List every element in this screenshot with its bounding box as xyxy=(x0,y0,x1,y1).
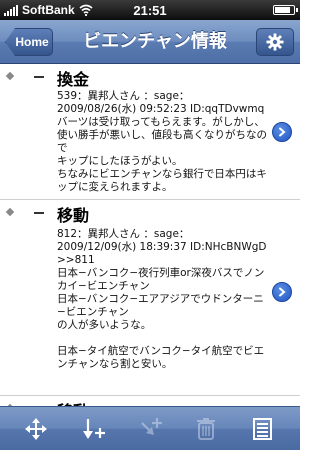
collapse-dash-icon[interactable] xyxy=(34,212,44,214)
diamond-bullet-icon xyxy=(5,207,15,217)
list-item[interactable]: 移動 812：異邦人さん ：sage： 2009/12/09(水) 18:39:… xyxy=(0,200,300,396)
chevron-right-icon xyxy=(279,127,286,137)
trash-icon xyxy=(197,418,215,440)
chevron-right-icon xyxy=(279,287,286,297)
add-above-icon xyxy=(141,418,162,435)
post-title: 移動 xyxy=(57,398,89,406)
add-above-button[interactable] xyxy=(136,415,164,443)
status-time: 21:51 xyxy=(133,3,167,18)
home-back-button[interactable]: Home xyxy=(5,28,53,56)
page-title: ビエンチャン情報 xyxy=(83,31,227,52)
status-bar: SoftBank 21:51 xyxy=(0,0,300,20)
move-arrows-icon xyxy=(25,418,47,440)
diamond-bullet-icon xyxy=(5,71,15,81)
battery-fill xyxy=(275,7,290,13)
detail-disclosure-button[interactable] xyxy=(272,122,292,142)
add-below-icon xyxy=(83,419,105,439)
post-title: 移動 xyxy=(57,206,90,225)
delete-button[interactable] xyxy=(192,415,220,443)
list-button[interactable] xyxy=(248,415,276,443)
post-body: 812：異邦人さん ：sage： 2009/12/09(水) 18:39:37 … xyxy=(57,228,267,370)
list-icon xyxy=(253,418,272,440)
gear-icon xyxy=(266,33,284,51)
list-item[interactable]: 換金 539：異邦人さん ：sage： 2009/08/26(水) 09:52:… xyxy=(0,64,300,200)
move-button[interactable] xyxy=(22,415,50,443)
collapse-dash-icon[interactable] xyxy=(34,76,44,78)
battery-icon xyxy=(273,5,298,15)
settings-button[interactable] xyxy=(256,28,294,56)
post-title: 換金 xyxy=(57,70,90,89)
detail-disclosure-button[interactable] xyxy=(272,282,292,302)
add-below-button[interactable] xyxy=(80,415,108,443)
post-body: 539：異邦人さん ：sage： 2009/08/26(水) 09:52:23 … xyxy=(57,90,267,193)
post-list[interactable]: 換金 539：異邦人さん ：sage： 2009/08/26(水) 09:52:… xyxy=(0,64,300,406)
navigation-bar: Home ビエンチャン情報 xyxy=(0,20,300,64)
list-item[interactable]: 移動 xyxy=(0,396,300,406)
bottom-toolbar xyxy=(0,406,300,450)
